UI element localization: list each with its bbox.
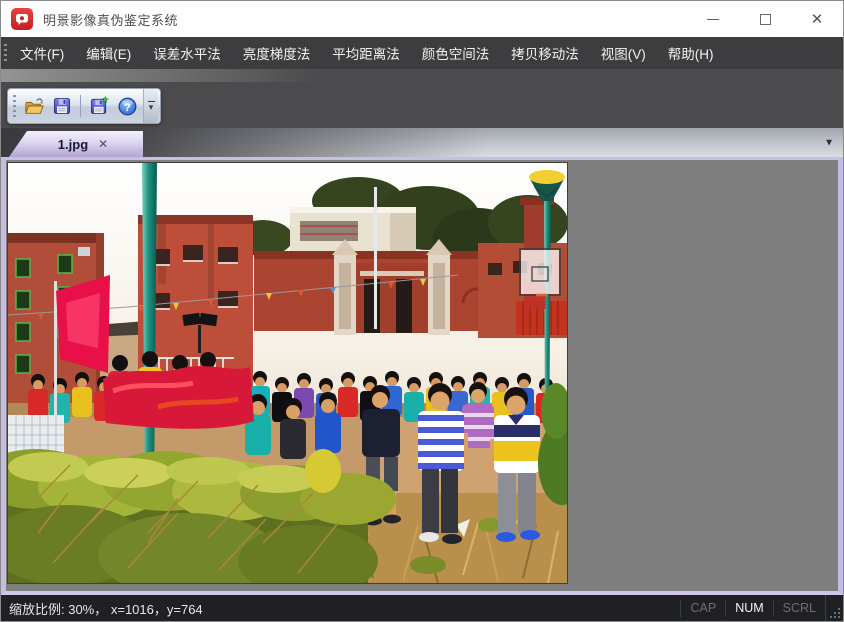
toolbar-overflow-button[interactable]: ▾ bbox=[143, 89, 158, 123]
tab-bar: 1.jpg ✕ ▼ bbox=[1, 128, 843, 157]
minimize-button[interactable] bbox=[687, 1, 739, 37]
close-button[interactable]: ✕ bbox=[791, 1, 843, 37]
maximize-icon bbox=[760, 14, 771, 25]
toolbar: ? ▾ bbox=[7, 88, 161, 124]
toolbar-separator bbox=[80, 95, 81, 117]
tab-1jpg[interactable]: 1.jpg ✕ bbox=[9, 131, 143, 157]
title-bar: 明景影像真伪鉴定系统 ✕ bbox=[1, 1, 843, 37]
help-button[interactable]: ? bbox=[113, 91, 141, 121]
menu-luminance-gradient[interactable]: 亮度梯度法 bbox=[232, 37, 322, 69]
help-glyph: ? bbox=[124, 101, 131, 113]
open-folder-icon bbox=[23, 96, 45, 116]
menu-bar: 文件(F) 编辑(E) 误差水平法 亮度梯度法 平均距离法 颜色空间法 拷贝移动… bbox=[1, 37, 843, 69]
hedge bbox=[8, 449, 396, 583]
menu-help[interactable]: 帮助(H) bbox=[657, 37, 725, 69]
minimize-icon bbox=[707, 19, 719, 20]
menu-copy-move[interactable]: 拷贝移动法 bbox=[500, 37, 590, 69]
save-as-button[interactable] bbox=[85, 91, 113, 121]
indicator-num-lock: NUM bbox=[725, 600, 772, 617]
window-title: 明景影像真伪鉴定系统 bbox=[43, 10, 178, 29]
status-bar: 缩放比例: 30%， x=1016，y=764 CAP NUM SCRL bbox=[1, 595, 843, 621]
save-as-icon bbox=[89, 96, 109, 116]
maximize-button[interactable] bbox=[739, 1, 791, 37]
tab-close-icon[interactable]: ✕ bbox=[98, 137, 108, 151]
toolbar-strip: ? ▾ bbox=[1, 69, 843, 128]
menu-drag-grip-icon[interactable] bbox=[4, 44, 7, 62]
save-icon bbox=[52, 96, 72, 116]
indicator-scroll-lock: SCRL bbox=[773, 600, 825, 617]
indicator-caps-lock: CAP bbox=[680, 600, 725, 617]
photo-1jpg[interactable] bbox=[7, 162, 568, 584]
app-window: 明景影像真伪鉴定系统 ✕ 文件(F) 编辑(E) 误差水平法 亮度梯度法 平均距… bbox=[0, 0, 844, 622]
toolbar-drag-grip-icon[interactable] bbox=[13, 95, 16, 117]
app-logo-icon bbox=[11, 8, 33, 30]
menu-average-distance[interactable]: 平均距离法 bbox=[321, 37, 411, 69]
tab-list-dropdown-icon[interactable]: ▼ bbox=[824, 137, 834, 148]
tab-label: 1.jpg bbox=[58, 137, 88, 152]
menu-view[interactable]: 视图(V) bbox=[590, 37, 657, 69]
photo-content bbox=[8, 163, 567, 583]
status-zoom-and-coords: 缩放比例: 30%， x=1016，y=764 bbox=[1, 599, 203, 618]
save-button[interactable] bbox=[48, 91, 76, 121]
image-canvas[interactable] bbox=[1, 157, 843, 595]
help-icon: ? bbox=[117, 96, 138, 117]
menu-edit[interactable]: 编辑(E) bbox=[75, 37, 142, 69]
open-file-button[interactable] bbox=[20, 91, 48, 121]
menu-color-space[interactable]: 颜色空间法 bbox=[411, 37, 501, 69]
resize-grip-icon[interactable] bbox=[825, 595, 843, 621]
close-icon: ✕ bbox=[811, 12, 824, 27]
menu-error-level[interactable]: 误差水平法 bbox=[142, 37, 232, 69]
menu-file[interactable]: 文件(F) bbox=[9, 37, 75, 69]
